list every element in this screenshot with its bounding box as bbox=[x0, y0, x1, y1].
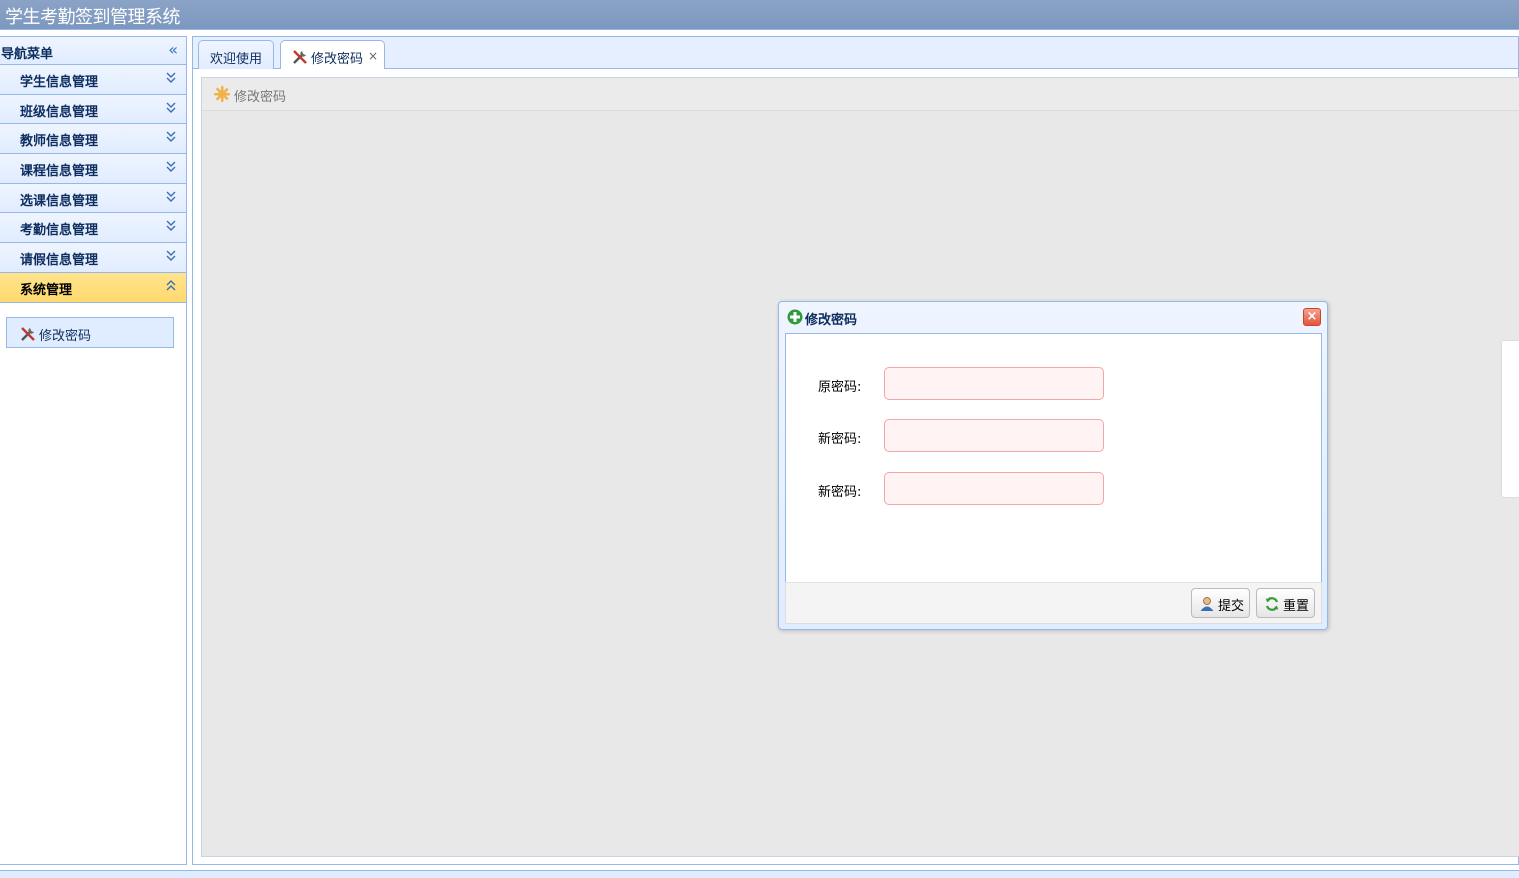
sidebar-item-student[interactable]: 学生信息管理 bbox=[0, 65, 186, 95]
sidebar-item-label: 教师信息管理 bbox=[20, 134, 99, 150]
sidebar-item-label: 选课信息管理 bbox=[20, 193, 99, 209]
app-title: 学生考勤签到管理系统 bbox=[5, 7, 181, 28]
sidebar-item-label: 班级信息管理 bbox=[20, 104, 99, 120]
sidebar-item-class[interactable]: 班级信息管理 bbox=[0, 94, 186, 125]
panel-title: 修改密码 bbox=[234, 90, 287, 105]
dialog-body: 原密码: 新密码: 新密码: bbox=[785, 333, 1322, 582]
side-panel-edge bbox=[1501, 340, 1519, 498]
submit-button-label: 提交 bbox=[1218, 599, 1245, 614]
sidebar-subitem-change-password[interactable]: 修改密码 bbox=[6, 316, 174, 348]
refresh-icon bbox=[1265, 597, 1279, 611]
tab-welcome[interactable]: 欢迎使用 bbox=[198, 40, 274, 70]
close-tab-icon[interactable]: × bbox=[368, 49, 378, 63]
sidebar-item-label: 系统管理 bbox=[20, 282, 73, 298]
sidebar-item-enrollment[interactable]: 选课信息管理 bbox=[0, 183, 186, 214]
add-icon bbox=[787, 309, 803, 325]
panel-header: 修改密码 bbox=[202, 78, 1519, 111]
chevron-down-icon bbox=[166, 161, 176, 173]
reset-button-label: 重置 bbox=[1283, 599, 1310, 614]
collapse-sidebar-icon[interactable]: « bbox=[168, 40, 178, 59]
sidebar-item-label: 学生信息管理 bbox=[20, 75, 99, 90]
user-icon bbox=[1200, 597, 1214, 611]
tabs-bar: 欢迎使用 修改密码 × bbox=[192, 36, 1519, 71]
sidebar-item-label: 课程信息管理 bbox=[20, 164, 99, 180]
new-password-input[interactable] bbox=[884, 419, 1104, 452]
sidebar-item-label: 请假信息管理 bbox=[20, 253, 99, 269]
sidebar-item-teacher[interactable]: 教师信息管理 bbox=[0, 124, 186, 155]
sidebar-item-system[interactable]: 系统管理 bbox=[0, 272, 186, 303]
sidebar-item-attendance[interactable]: 考勤信息管理 bbox=[0, 213, 186, 244]
chevron-up-icon bbox=[166, 279, 176, 291]
sidebar-item-course[interactable]: 课程信息管理 bbox=[0, 154, 186, 184]
sidebar-header: 导航菜单 « bbox=[0, 37, 186, 65]
app-header: 学生考勤签到管理系统 bbox=[0, 0, 1519, 30]
sidebar-item-leave[interactable]: 请假信息管理 bbox=[0, 243, 186, 273]
dialog-footer: 提交 重置 bbox=[785, 582, 1322, 624]
chevron-down-icon bbox=[166, 220, 176, 232]
tab-change-password[interactable]: 修改密码 × bbox=[280, 40, 385, 71]
bottom-bar bbox=[0, 870, 1519, 878]
confirm-password-label: 新密码: bbox=[818, 485, 862, 500]
new-password-label: 新密码: bbox=[818, 432, 862, 447]
chevron-down-icon bbox=[166, 191, 176, 202]
sidebar-nav: 导航菜单 « 学生信息管理 班级信息管理 教师信息管理 课程信息管理 选课信息管… bbox=[0, 36, 187, 865]
gear-icon bbox=[214, 86, 230, 102]
tools-icon bbox=[21, 326, 35, 341]
sidebar-submenu: 修改密码 bbox=[0, 303, 186, 348]
sidebar-subitem-label: 修改密码 bbox=[39, 328, 92, 344]
tools-icon bbox=[293, 50, 307, 64]
reset-button[interactable]: 重置 bbox=[1256, 588, 1315, 618]
tab-label: 修改密码 bbox=[311, 52, 364, 67]
tab-label: 欢迎使用 bbox=[210, 52, 263, 67]
chevron-down-icon bbox=[166, 250, 176, 262]
chevron-down-icon bbox=[166, 102, 176, 113]
old-password-label: 原密码: bbox=[818, 380, 862, 395]
change-password-dialog: 修改密码 × 原密码: 新密码: 新密码: 提交 重置 bbox=[778, 301, 1328, 630]
sidebar-item-label: 考勤信息管理 bbox=[20, 223, 99, 239]
chevron-down-icon bbox=[166, 72, 176, 83]
submit-button[interactable]: 提交 bbox=[1191, 588, 1250, 618]
close-dialog-button[interactable]: × bbox=[1303, 308, 1321, 326]
old-password-input[interactable] bbox=[884, 367, 1104, 400]
dialog-title: 修改密码 bbox=[805, 313, 858, 328]
confirm-password-input[interactable] bbox=[884, 472, 1104, 505]
chevron-down-icon bbox=[166, 131, 176, 143]
sidebar-title: 导航菜单 bbox=[1, 47, 54, 62]
